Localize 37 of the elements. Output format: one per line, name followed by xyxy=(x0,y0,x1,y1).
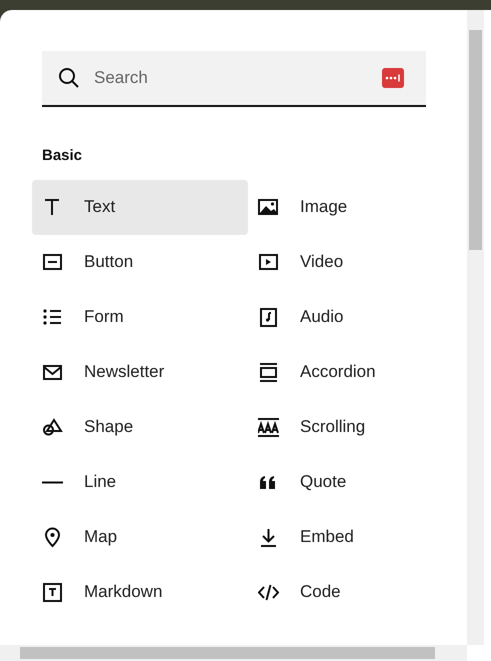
block-item[interactable]: Map xyxy=(32,510,248,564)
scrollbar-thumb[interactable] xyxy=(20,647,435,659)
password-manager-icon[interactable] xyxy=(382,68,404,88)
markdown-icon xyxy=(42,582,63,602)
block-item[interactable]: Quote xyxy=(248,454,464,510)
block-item[interactable]: Audio xyxy=(248,290,464,344)
line-icon xyxy=(42,480,63,484)
accordion-icon xyxy=(258,362,279,382)
text-scroll-icon xyxy=(258,416,279,438)
block-item[interactable]: Code xyxy=(248,564,464,620)
block-item[interactable]: Newsletter xyxy=(32,344,248,400)
block-item[interactable]: Shape xyxy=(32,400,248,454)
block-item[interactable]: Form xyxy=(32,290,248,344)
search-bar[interactable]: Search xyxy=(42,51,426,107)
section-heading: Basic xyxy=(42,146,84,166)
scrollbar-thumb[interactable] xyxy=(469,30,482,250)
block-item[interactable]: Accordion xyxy=(248,344,464,400)
search-field[interactable]: Search xyxy=(92,64,370,92)
block-item[interactable]: Scrolling xyxy=(248,400,464,454)
block-item[interactable]: Text xyxy=(32,180,248,234)
block-item[interactable]: Markdown xyxy=(32,564,248,620)
block-item[interactable]: Image xyxy=(248,180,464,234)
image-icon xyxy=(258,196,279,218)
vertical-scrollbar[interactable] xyxy=(467,10,484,645)
block-item[interactable]: Video xyxy=(248,234,464,290)
button-icon xyxy=(42,252,63,272)
block-item[interactable]: Button xyxy=(32,234,248,290)
music-note-icon xyxy=(258,306,279,328)
shapes-icon xyxy=(42,416,63,438)
block-item[interactable]: Embed xyxy=(248,510,464,564)
search-icon xyxy=(58,67,80,89)
map-pin-icon xyxy=(42,526,63,548)
play-icon xyxy=(258,252,279,272)
block-item[interactable]: Line xyxy=(32,454,248,510)
horizontal-scrollbar[interactable] xyxy=(0,645,467,661)
download-icon xyxy=(258,526,279,548)
list-icon xyxy=(42,306,63,328)
